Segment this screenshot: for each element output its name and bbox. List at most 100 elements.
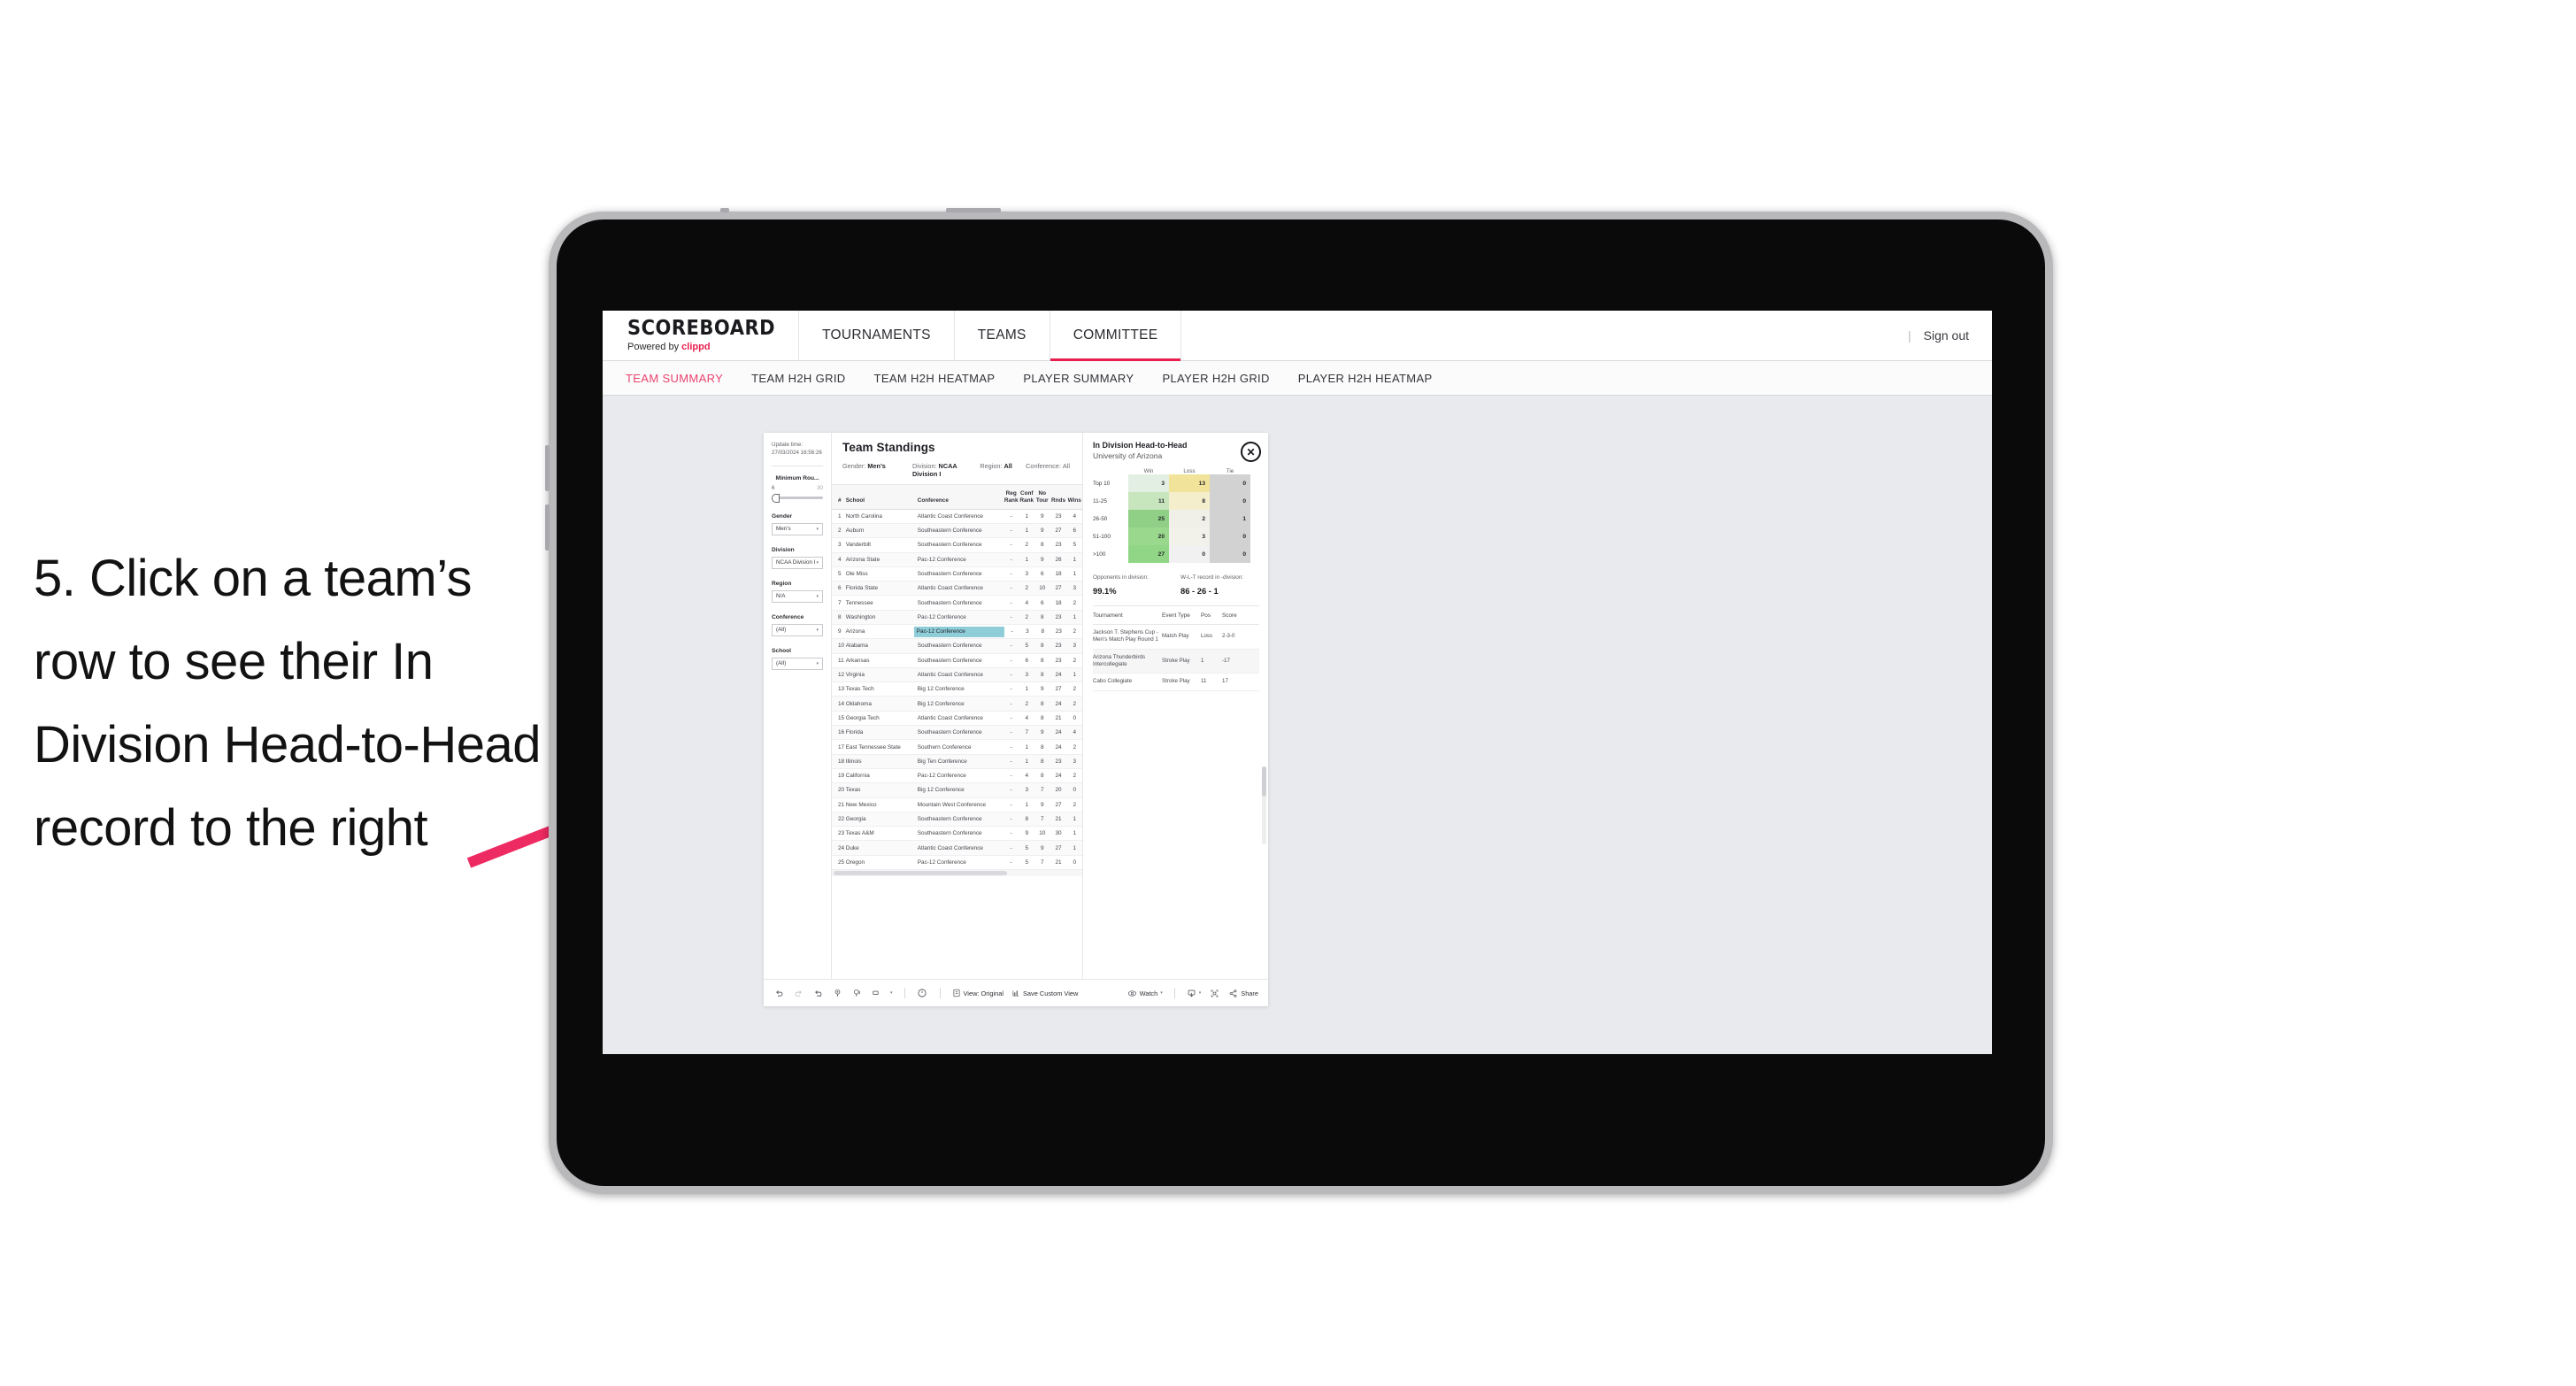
table-row[interactable]: 4 Arizona State Pac-12 Conference - 1 9 26 1	[832, 552, 1082, 567]
cell-conf: Atlantic Coast Conference	[917, 512, 983, 520]
cell-nt: 10	[1039, 585, 1046, 592]
col-rank[interactable]: #	[832, 497, 846, 504]
col-wins[interactable]: Wins	[1066, 497, 1082, 504]
share-button[interactable]: Share	[1228, 989, 1258, 998]
table-row[interactable]: 15 Georgia Tech Atlantic Coast Conference -…	[832, 712, 1082, 727]
minimum-rounds-slider[interactable]	[772, 493, 823, 503]
col-school[interactable]: School	[846, 497, 918, 504]
col-conf-rank[interactable]: Conf Rank	[1019, 490, 1034, 504]
filter-region-select[interactable]: N/A ▾	[772, 589, 823, 603]
heatmap-cell-tie: 0	[1210, 474, 1250, 492]
brand-logo[interactable]: SCOREBOARD Powered by clippd	[603, 311, 800, 360]
filter-gender-select[interactable]: Men’s ▾	[772, 522, 823, 535]
table-row[interactable]: 1 North Carolina Atlantic Coast Conference…	[832, 510, 1082, 524]
nav-item-teams[interactable]: TEAMS	[955, 311, 1050, 360]
table-row[interactable]: 13 Texas Tech Big 12 Conference - 1 9 27 2	[832, 682, 1082, 697]
cell-conf: Atlantic Coast Conference	[917, 714, 983, 721]
cell-cr: 4	[1025, 714, 1029, 721]
cell-conf: Mountain West Conference	[917, 801, 987, 808]
table-row[interactable]: 8 Washington Pac-12 Conference -2 8 23 1	[832, 610, 1082, 625]
tournament-row[interactable]: Jackson T. Stephens Cup - Men’s Match Pl…	[1093, 625, 1259, 650]
cell-conf: Pac-12 Conference	[917, 613, 966, 620]
col-reg-rank[interactable]: Reg Rank	[1003, 490, 1019, 504]
cell-reg: -	[1010, 859, 1012, 866]
close-icon[interactable]: ✕	[1241, 442, 1261, 462]
heatmap-col-loss: Loss	[1183, 468, 1196, 474]
vertical-scrollbar-thumb[interactable]	[1262, 766, 1266, 797]
cell-cr: 2	[1025, 585, 1029, 592]
table-row[interactable]: 17 East Tennessee State Southern Conferenc…	[832, 740, 1082, 755]
col-conference[interactable]: Conference	[918, 497, 1003, 504]
chevron-down-icon[interactable]: ▾	[890, 990, 893, 996]
cell-nt: 8	[1041, 714, 1044, 721]
nav-item-tournaments[interactable]: TOURNAMENTS	[799, 311, 955, 360]
table-row[interactable]: 20 Texas Big 12 Conference -3 7 20 0	[832, 783, 1082, 798]
table-row[interactable]: 6 Florida State Atlantic Coast Conference -…	[832, 581, 1082, 597]
col-rounds[interactable]: Rnds	[1050, 497, 1067, 504]
table-row[interactable]: 23 Texas A&M Southeastern Conference - 9 10 30…	[832, 827, 1082, 842]
cell-nt: 8	[1041, 643, 1044, 650]
table-row[interactable]: 7 Tennessee Southeastern Conference - 4 6 18 2	[832, 596, 1082, 611]
col-score[interactable]: Score	[1222, 612, 1249, 619]
cell-cr: 2	[1025, 542, 1029, 549]
table-row[interactable]: 22 Georgia Southeastern Conference - 8 7 21 1	[832, 812, 1082, 828]
revert-icon[interactable]	[812, 988, 824, 999]
table-row[interactable]: 12 Virginia Atlantic Coast Conference - 3 8 24…	[832, 667, 1082, 683]
heatmap-row: Top 10 3 13 0	[1093, 474, 1259, 492]
view-original-button[interactable]: View: Original	[952, 989, 1003, 997]
nav-item-committee[interactable]: COMMITTEE	[1050, 311, 1182, 361]
tournament-row[interactable]: Arizona Thunderbirds Intercollegiate Stro…	[1093, 649, 1259, 674]
table-row[interactable]: 21 New Mexico Mountain West Conference - 1 9 2…	[832, 798, 1082, 812]
tab-player-h2h-heatmap[interactable]: PLAYER H2H HEATMAP	[1298, 372, 1433, 385]
pause-auto-update-icon[interactable]	[832, 988, 843, 999]
table-row[interactable]: 24 Duke Atlantic Coast Conference - 5 9 27 1	[832, 841, 1082, 856]
resume-auto-update-icon[interactable]	[851, 988, 863, 999]
cell-school: Illinois	[845, 758, 862, 765]
horizontal-scrollbar[interactable]	[832, 870, 1082, 877]
horizontal-scrollbar-thumb[interactable]	[834, 871, 1007, 876]
tab-team-summary[interactable]: TEAM SUMMARY	[626, 372, 723, 385]
tab-team-h2h-heatmap[interactable]: TEAM H2H HEATMAP	[874, 372, 996, 385]
table-row[interactable]: 10 Alabama Southeastern Conference - 5 8 23 3	[832, 639, 1082, 654]
tab-player-h2h-grid[interactable]: PLAYER H2H GRID	[1162, 372, 1269, 385]
table-row[interactable]: 9 Arizona Pac-12 Conference - 3 8 23 2	[832, 625, 1082, 640]
pause-refresh-icon[interactable]	[917, 988, 928, 999]
save-custom-view-button[interactable]: Save Custom View	[1011, 989, 1078, 997]
table-row[interactable]: 3 Vanderbilt Southeastern Conference - 2 8 23 5	[832, 538, 1082, 553]
tournament-cell-e: Match Play	[1162, 633, 1189, 640]
col-no-tour[interactable]: No Tour	[1034, 490, 1050, 504]
tournament-cell-t: Jackson T. Stephens Cup - Men’s Match Pl…	[1093, 629, 1158, 643]
table-row[interactable]: 18 Illinois Big Ten Conference -1 8 23 3	[832, 754, 1082, 769]
table-row[interactable]: 25 Oregon Pac-12 Conference - 5 7 21 0	[832, 856, 1082, 871]
table-row[interactable]: 11 Arkansas Southeastern Conference - 6 8 23 2	[832, 654, 1082, 668]
table-row[interactable]: 19 California Pac-12 Conference - 4 8 24 2	[832, 769, 1082, 784]
col-event-type[interactable]: Event Type	[1162, 612, 1201, 619]
redo-icon[interactable]	[793, 988, 804, 999]
cell-wn: 1	[1073, 556, 1076, 563]
filter-conference-select[interactable]: (All) ▾	[772, 623, 823, 636]
heatmap-cell-loss: 2	[1169, 510, 1210, 527]
filter-school-select[interactable]: (All) ▾	[772, 657, 823, 670]
fullscreen-icon[interactable]	[1209, 988, 1220, 999]
table-row[interactable]: 2 Auburn Southeastern Conference - 1 9 27 6	[832, 523, 1082, 539]
tab-player-summary[interactable]: PLAYER SUMMARY	[1023, 372, 1134, 385]
undo-icon[interactable]	[773, 988, 785, 999]
sign-out-link[interactable]: Sign out	[1924, 328, 1969, 343]
tab-team-h2h-grid[interactable]: TEAM H2H GRID	[751, 372, 845, 385]
col-pos[interactable]: Pos	[1201, 612, 1222, 619]
download-button[interactable]: ▾	[1187, 989, 1201, 998]
filter-gender: Gender Men’s ▾	[772, 513, 823, 535]
table-row[interactable]: 16 Florida Southeastern Conference - 7 9 24 4	[832, 726, 1082, 741]
refresh-data-icon[interactable]	[871, 988, 882, 999]
vertical-scrollbar[interactable]	[1262, 766, 1266, 844]
filter-division-select[interactable]: NCAA Division I ▾	[772, 556, 823, 569]
col-tournament[interactable]: Tournament	[1093, 612, 1162, 619]
tournament-row[interactable]: Cabo Collegiate Stroke Play 11 17	[1093, 674, 1259, 691]
standings-meta: Gender: Men’s Division: NCAA Division I Re…	[842, 462, 1072, 478]
table-row[interactable]: 14 Oklahoma Big 12 Conference - 2 8 24 2	[832, 697, 1082, 712]
cell-conf: Southeastern Conference	[917, 729, 982, 736]
slider-handle[interactable]	[772, 493, 780, 503]
table-row[interactable]: 5 Ole Miss Southeastern Conference - 3 6 18 1	[832, 567, 1082, 582]
watch-button[interactable]: Watch ▾	[1127, 989, 1163, 998]
cell-wn: 2	[1073, 657, 1076, 664]
